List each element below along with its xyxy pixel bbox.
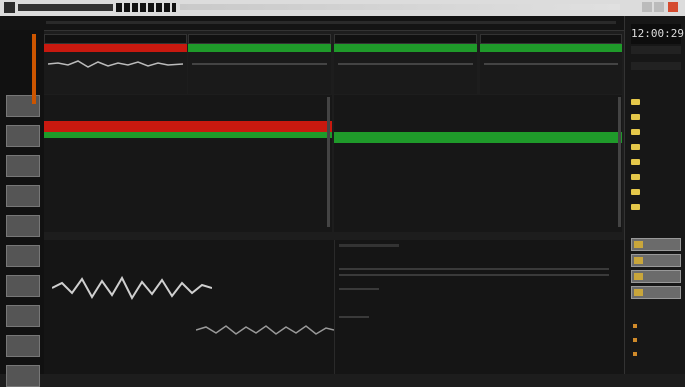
sidebar-field[interactable]: [631, 62, 681, 70]
title-gradient: [180, 4, 620, 10]
list-row[interactable]: [334, 121, 622, 132]
list-row[interactable]: [334, 215, 622, 226]
folder-icon[interactable]: [631, 144, 640, 150]
list-row[interactable]: [334, 191, 622, 202]
waveform-editor-clip-2[interactable]: [196, 322, 334, 338]
list-bullet: [633, 324, 637, 328]
media-tile[interactable]: [631, 238, 681, 251]
deck-header: [334, 34, 477, 44]
info-text-block: [339, 244, 399, 247]
player-deck-d: [480, 34, 622, 94]
folder-icon[interactable]: [631, 114, 640, 120]
deck-title[interactable]: [188, 44, 331, 52]
playlist-right: [334, 95, 622, 232]
list-row[interactable]: [44, 215, 332, 226]
player-deck-c: [334, 34, 477, 94]
info-panel: [334, 240, 625, 374]
app-logo: [4, 2, 15, 13]
info-text-line: [339, 316, 369, 318]
side-button-3[interactable]: [6, 155, 40, 177]
side-button-6[interactable]: [6, 245, 40, 267]
list-row[interactable]: [44, 203, 332, 214]
list-row[interactable]: [44, 143, 332, 154]
left-button-strip: [0, 30, 44, 387]
folder-icon[interactable]: [631, 189, 640, 195]
deck-header: [188, 34, 331, 44]
list-scrollbar[interactable]: [618, 97, 621, 227]
side-button-2[interactable]: [6, 125, 40, 147]
media-tile[interactable]: [631, 254, 681, 267]
info-text-line: [339, 274, 609, 276]
playlist-left: [44, 95, 332, 232]
clock-display: 12:00:29: [631, 24, 684, 44]
media-tile[interactable]: [631, 286, 681, 299]
folder-icon[interactable]: [631, 204, 640, 210]
list-row[interactable]: [334, 167, 622, 178]
list-row[interactable]: [334, 179, 622, 190]
side-button-4[interactable]: [6, 185, 40, 207]
media-tile[interactable]: [631, 270, 681, 283]
list-bullet: [633, 352, 637, 356]
side-button-8[interactable]: [6, 305, 40, 327]
deck-waveform[interactable]: [484, 63, 618, 65]
folder-icon[interactable]: [631, 174, 640, 180]
list-row[interactable]: [334, 97, 622, 108]
list-row[interactable]: [44, 167, 332, 178]
list-bullet: [633, 338, 637, 342]
waveform-editor: [44, 240, 334, 374]
list-row[interactable]: [44, 109, 332, 120]
right-sidebar: 12:00:29: [624, 16, 685, 374]
deck-waveform[interactable]: [338, 63, 473, 65]
side-button-10[interactable]: [6, 365, 40, 387]
deck-title[interactable]: [334, 44, 477, 52]
app-title-logo-lettering: [18, 4, 113, 11]
deck-header: [44, 34, 187, 44]
top-toolbar: [0, 16, 685, 31]
list-row-playing[interactable]: [44, 121, 332, 132]
side-button-7[interactable]: [6, 275, 40, 297]
list-row[interactable]: [44, 179, 332, 190]
info-text-line: [339, 268, 609, 270]
list-row[interactable]: [44, 97, 332, 108]
deck-title[interactable]: [44, 44, 187, 52]
deck-title[interactable]: [480, 44, 622, 52]
player-deck-a: [44, 34, 187, 94]
title-bar: [0, 0, 685, 16]
list-row[interactable]: [334, 143, 622, 154]
list-row[interactable]: [334, 203, 622, 214]
deck-waveform[interactable]: [192, 63, 327, 65]
minimize-button[interactable]: [642, 2, 652, 12]
list-row[interactable]: [44, 191, 332, 202]
waveform-editor-clip-1[interactable]: [52, 273, 212, 303]
maximize-button[interactable]: [654, 2, 664, 12]
list-scrollbar[interactable]: [327, 97, 330, 227]
side-button-5[interactable]: [6, 215, 40, 237]
player-deck-b: [188, 34, 331, 94]
list-row[interactable]: [334, 109, 622, 120]
close-button[interactable]: [668, 2, 678, 12]
level-meter: [32, 34, 36, 104]
toolbar-strip: [46, 21, 616, 24]
list-row-next[interactable]: [44, 132, 332, 138]
logo-glyphs: [116, 3, 176, 12]
folder-icon[interactable]: [631, 129, 640, 135]
folder-icon[interactable]: [631, 99, 640, 105]
list-row-next[interactable]: [334, 132, 622, 143]
list-row[interactable]: [334, 155, 622, 166]
list-row[interactable]: [44, 155, 332, 166]
deck-header: [480, 34, 622, 44]
sidebar-field[interactable]: [631, 46, 681, 54]
info-text-line: [339, 288, 379, 290]
side-button-9[interactable]: [6, 335, 40, 357]
folder-icon[interactable]: [631, 159, 640, 165]
deck-waveform[interactable]: [48, 58, 183, 70]
